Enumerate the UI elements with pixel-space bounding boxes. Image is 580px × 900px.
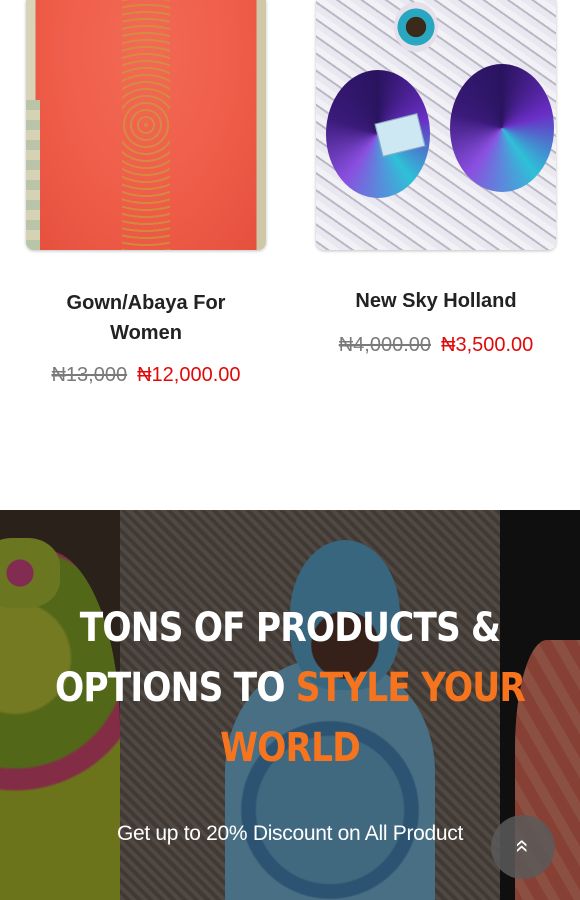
original-price: ₦4,000.00 xyxy=(338,334,431,356)
promo-banner: TONS OF PRODUCTS & OPTIONS TO STYLE YOUR… xyxy=(0,510,580,900)
sale-price: ₦12,000.00 xyxy=(137,364,241,386)
image-print-circle xyxy=(450,64,554,192)
headline-accent: STYLE YOUR xyxy=(295,665,526,711)
sale-price: ₦3,500.00 xyxy=(441,334,534,356)
double-chevron-up-icon[interactable]: « xyxy=(492,839,554,852)
original-price: ₦13,000 xyxy=(51,364,128,386)
product-image[interactable] xyxy=(26,0,266,250)
headline-text: OPTIONS TO xyxy=(54,665,296,711)
product-title[interactable]: Gown/Abaya For Women xyxy=(26,288,266,348)
image-embroidery xyxy=(122,0,170,250)
product-grid: Gown/Abaya For Women ₦13,000 ₦12,000.00 N… xyxy=(0,0,580,510)
product-title-line[interactable]: Women xyxy=(26,318,266,348)
banner-headline: TONS OF PRODUCTS & OPTIONS TO STYLE YOUR… xyxy=(41,598,540,778)
product-price: ₦4,000.00 ₦3,500.00 xyxy=(316,334,556,357)
image-medallion xyxy=(394,2,438,52)
product-card[interactable]: Gown/Abaya For Women ₦13,000 ₦12,000.00 xyxy=(26,0,266,387)
product-image[interactable] xyxy=(316,0,556,250)
product-title-line[interactable]: New Sky Holland xyxy=(316,286,556,316)
headline-text: TONS OF PRODUCTS & xyxy=(79,605,501,651)
product-price: ₦13,000 ₦12,000.00 xyxy=(26,364,266,387)
product-title[interactable]: New Sky Holland xyxy=(316,286,556,316)
product-card[interactable]: New Sky Holland ₦4,000.00 ₦3,500.00 xyxy=(316,0,556,357)
scroll-to-top-button[interactable]: « xyxy=(491,815,555,879)
headline-accent: WORLD xyxy=(220,725,361,771)
product-title-line[interactable]: Gown/Abaya For xyxy=(26,288,266,318)
image-background xyxy=(26,100,40,250)
